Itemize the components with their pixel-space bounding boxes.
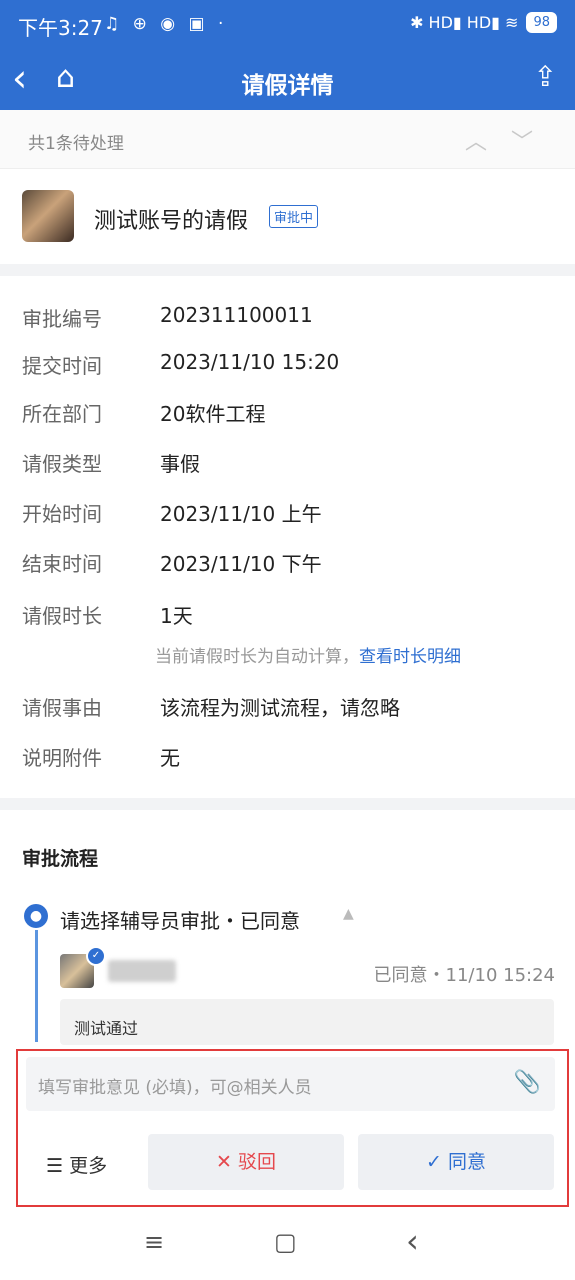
field-value: 20软件工程 (160, 402, 266, 426)
home-nav-icon[interactable]: ▢ (274, 1228, 297, 1256)
duration-note-text: 当前请假时长为自动计算， (155, 647, 359, 667)
status-time: 下午3:27 (18, 16, 103, 40)
opinion-placeholder: 填写审批意见 (必填)，可@相关人员 (38, 1078, 312, 1098)
approval-comment: 测试通过 (60, 999, 554, 1045)
menu-icon[interactable]: ≡ (144, 1228, 164, 1256)
page-title: 请假详情 (241, 73, 334, 99)
caret-up-icon[interactable]: ▲ (343, 906, 354, 922)
duration-detail-link[interactable]: 查看时长明细 (359, 647, 461, 667)
agree-button[interactable]: ✓ 同意 (358, 1134, 554, 1190)
notification-icons: ♫ ⊕ ◉ ▣ · (104, 14, 228, 34)
pending-bar: 共1条待处理 ︿﹀ (0, 110, 575, 169)
reject-button[interactable]: ✕ 驳回 (148, 1134, 344, 1190)
back-icon[interactable]: ‹ (12, 56, 27, 100)
request-title: 测试账号的请假 (94, 209, 249, 234)
field-value: 该流程为测试流程，请忽略 (160, 696, 400, 720)
field-label: 说明附件 (22, 746, 102, 770)
field-value: 无 (160, 746, 180, 770)
avatar (22, 190, 74, 242)
opinion-input[interactable]: 填写审批意见 (必填)，可@相关人员 📎 (26, 1057, 555, 1111)
field-label: 请假事由 (22, 696, 102, 720)
system-status-icons: ✱ HD▮ HD▮ ≋ 98 (410, 12, 557, 33)
signal-wifi-icons: ✱ HD▮ HD▮ ≋ (410, 13, 519, 32)
paperclip-icon[interactable]: 📎 (514, 1070, 541, 1095)
chevron-down-icon[interactable]: ﹀ (511, 130, 557, 155)
field-value: 202311100011 (160, 303, 313, 327)
approver-name-blurred (108, 960, 176, 982)
app-header: 请假详情 ‹ ⌂ ⇪ (0, 50, 575, 110)
flow-section-title: 审批流程 (22, 848, 99, 870)
field-value: 事假 (160, 452, 200, 476)
pending-count: 共1条待处理 (28, 134, 124, 154)
field-label: 开始时间 (22, 502, 102, 526)
field-label: 结束时间 (22, 552, 102, 576)
field-value: 1天 (160, 604, 193, 628)
back-nav-icon[interactable]: ‹ (406, 1222, 419, 1260)
system-navbar: ≡ ▢ ‹ (0, 1210, 575, 1280)
field-value: 2023/11/10 下午 (160, 552, 322, 576)
field-label: 审批编号 (22, 307, 102, 331)
battery-icon: 98 (526, 12, 557, 33)
section-divider (0, 264, 575, 276)
field-value: 2023/11/10 上午 (160, 502, 322, 526)
approval-status: 已同意・11/10 15:24 (373, 965, 555, 986)
chevron-up-icon[interactable]: ︿ (465, 130, 511, 155)
home-icon[interactable]: ⌂ (56, 60, 75, 95)
more-button[interactable]: ☰ 更多 (46, 1151, 107, 1178)
pending-navigation: ︿﹀ (465, 124, 557, 156)
comment-text: 测试通过 (74, 1019, 139, 1038)
field-label: 请假时长 (22, 604, 102, 628)
status-badge: 审批中 (269, 205, 319, 228)
section-divider (0, 798, 575, 810)
check-badge-icon: ✓ (86, 946, 106, 966)
share-icon[interactable]: ⇪ (534, 60, 557, 93)
duration-note: 当前请假时长为自动计算，查看时长明细 (155, 642, 461, 667)
timeline-line (35, 930, 38, 1042)
field-label: 请假类型 (22, 452, 102, 476)
field-label: 提交时间 (22, 354, 102, 378)
field-value: 2023/11/10 15:20 (160, 350, 340, 374)
field-label: 所在部门 (22, 402, 102, 426)
person-icon: ● (24, 904, 48, 928)
action-panel: 填写审批意见 (必填)，可@相关人员 📎 ☰ 更多 ✕ 驳回 ✓ 同意 (16, 1049, 569, 1207)
flow-step-title[interactable]: 请选择辅导员审批・已同意 (60, 905, 300, 934)
